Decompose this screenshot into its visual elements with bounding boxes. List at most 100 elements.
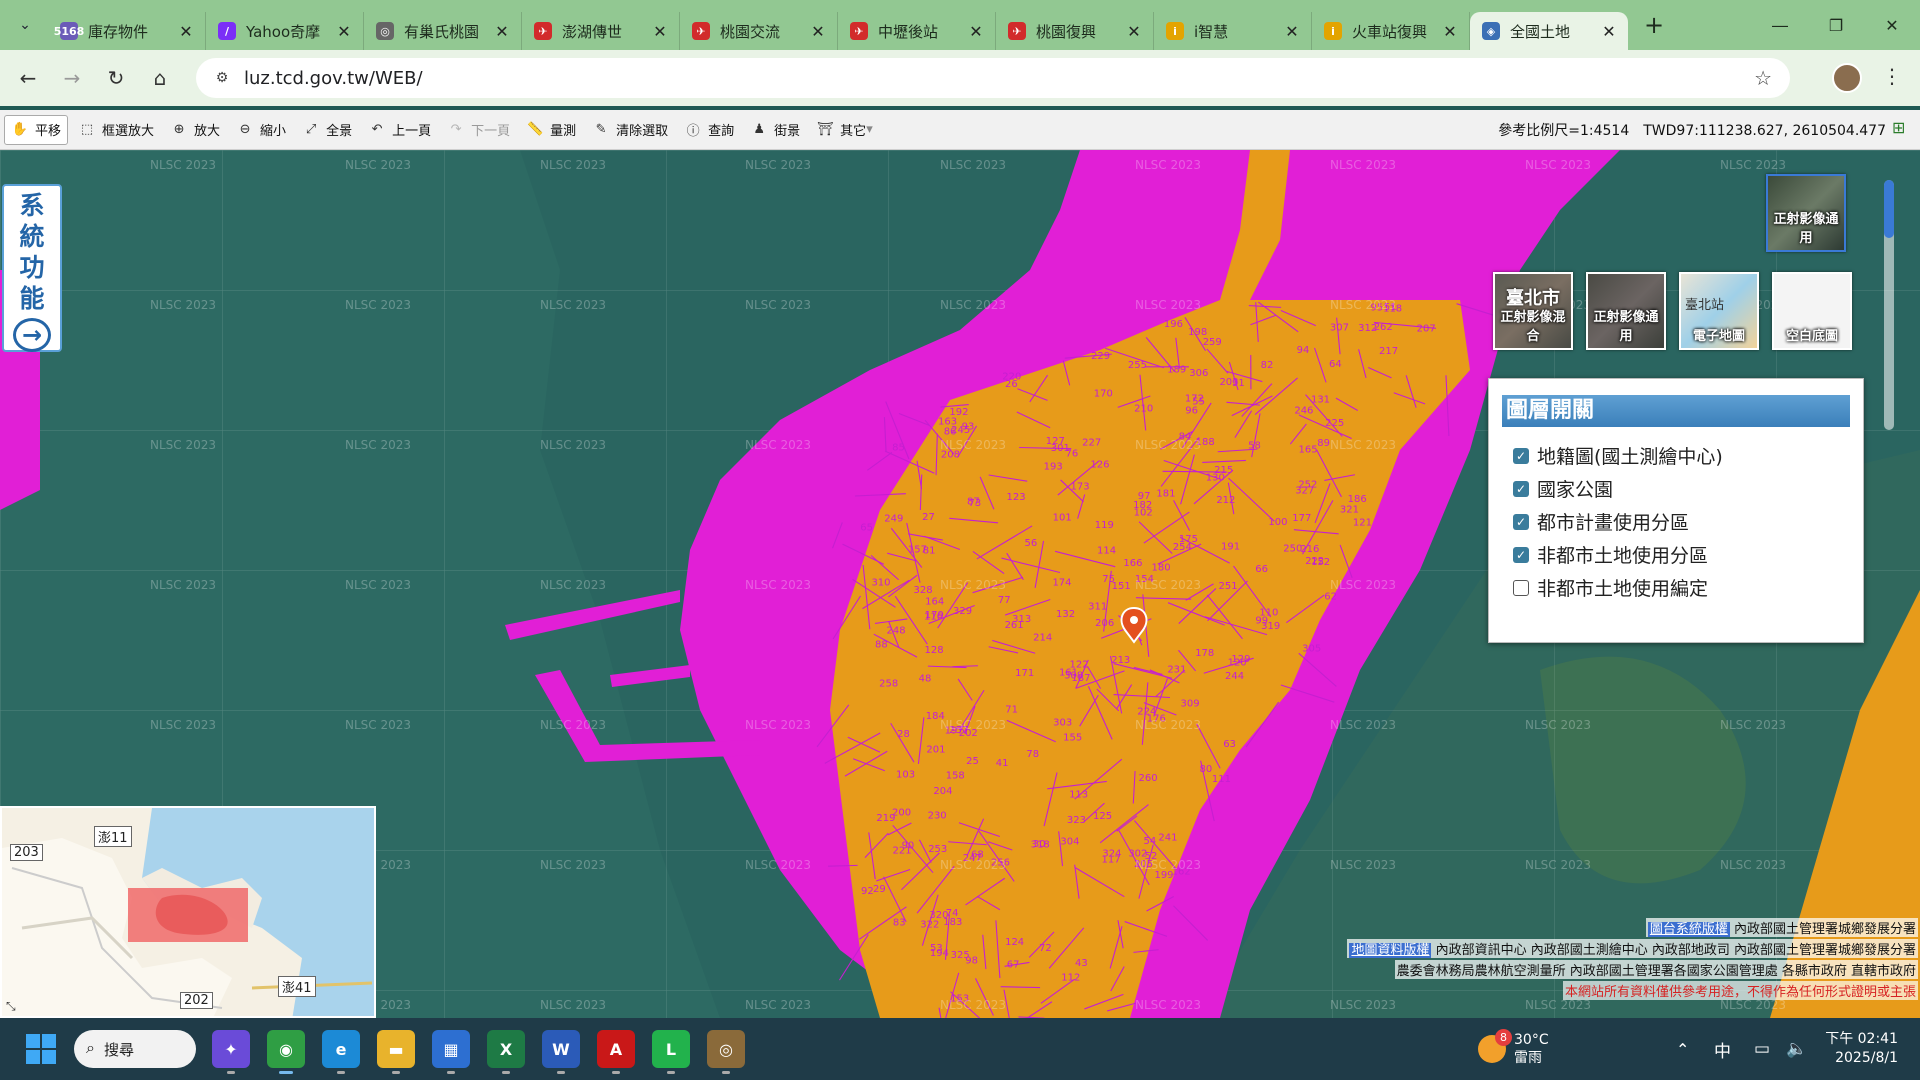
tool-button[interactable]: ✋ 平移 <box>4 114 69 145</box>
tab-close-icon[interactable]: ✕ <box>493 22 511 41</box>
parcel-number: 63 <box>1223 739 1236 750</box>
browser-tab[interactable]: i i智慧 ✕ <box>1154 12 1312 50</box>
copilot-taskbar-icon[interactable]: ✦ <box>212 1030 250 1074</box>
basemap-ortho-general[interactable]: 正射影像通用 <box>1586 272 1666 350</box>
windows-start-icon[interactable] <box>26 1034 56 1064</box>
microsoft-store-taskbar-icon[interactable]: ▦ <box>432 1030 470 1074</box>
tool-button[interactable]: 📏 量測 <box>520 115 582 145</box>
layer-toggle-row[interactable]: ✓ 都市計畫使用分區 <box>1489 505 1863 538</box>
tab-close-icon[interactable]: ✕ <box>651 22 669 41</box>
overview-map[interactable]: 澎11 203 澎41 202 ⤡ <box>0 806 376 1018</box>
tool-button[interactable]: ⬚ 框選放大 <box>72 115 160 145</box>
omnibox[interactable]: ⚙ luz.tcd.gov.tw/WEB/ ☆ <box>196 58 1790 98</box>
tab-close-icon[interactable]: ✕ <box>335 22 353 41</box>
browser-tab[interactable]: i 火車站復興 ✕ <box>1312 12 1470 50</box>
browser-tab[interactable]: 5168 庫存物件 ✕ <box>48 12 206 50</box>
browser-tab[interactable]: / Yahoo奇摩 ✕ <box>206 12 364 50</box>
basemap-blank[interactable]: 空白底圖 <box>1772 272 1852 350</box>
home-icon[interactable]: ⌂ <box>138 56 182 100</box>
tool-button[interactable]: ⤢ 全景 <box>296 115 358 145</box>
parcel-number: 307 <box>1330 323 1349 334</box>
minimize-icon[interactable]: ― <box>1752 0 1808 50</box>
data-copyright-link[interactable]: 地圖資料版權 <box>1349 943 1432 958</box>
restore-icon[interactable]: ❐ <box>1808 0 1864 50</box>
layer-checkbox[interactable]: ✓ <box>1513 447 1529 464</box>
basemap-ortho-mixed[interactable]: 臺北市 正射影像混合 <box>1493 272 1573 350</box>
tab-close-icon[interactable]: ✕ <box>1125 22 1143 41</box>
file-explorer-taskbar-icon[interactable]: ▬ <box>377 1030 415 1074</box>
tool-button[interactable]: ⊖ 縮小 <box>230 115 292 145</box>
tray-chevron-icon[interactable]: ⌃ <box>1676 1018 1689 1080</box>
parcel-number: 173 <box>1071 482 1090 493</box>
camera-app-taskbar-icon[interactable]: ◎ <box>707 1030 745 1074</box>
chrome-taskbar-icon[interactable]: ◉ <box>267 1030 305 1074</box>
parcel-number: 180 <box>1151 563 1170 574</box>
parcel-number: 170 <box>1094 389 1113 400</box>
tab-close-icon[interactable]: ✕ <box>967 22 985 41</box>
menu-kebab-icon[interactable]: ⋮ <box>1882 64 1902 88</box>
ime-indicator[interactable]: 中 <box>1714 1018 1731 1080</box>
site-info-icon[interactable]: ⚙ <box>204 70 240 86</box>
system-function-button[interactable]: 系統功能 → <box>2 184 62 352</box>
layer-checkbox[interactable]: ✓ <box>1513 480 1529 497</box>
tab-favicon-icon: / <box>218 22 236 40</box>
browser-tab[interactable]: ✈ 桃園交流 ✕ <box>680 12 838 50</box>
network-icon[interactable]: ▭ <box>1754 1018 1770 1080</box>
line-taskbar-icon[interactable]: L <box>652 1030 690 1074</box>
back-icon[interactable]: ← <box>6 56 50 100</box>
tool-button[interactable]: ✎ 清除選取 <box>586 115 674 145</box>
map-canvas[interactable]: 25 26 27 28 29 30 55 71 72 73 74 75 76 77 78 80 81 82 83 84… <box>0 150 1920 1018</box>
basemap-emap[interactable]: 臺北站 電子地圖 <box>1679 272 1759 350</box>
close-window-icon[interactable]: ✕ <box>1864 0 1920 50</box>
tab-close-icon[interactable]: ✕ <box>177 22 195 41</box>
profile-avatar[interactable] <box>1832 63 1862 93</box>
url-text[interactable]: luz.tcd.gov.tw/WEB/ <box>244 68 423 89</box>
tab-close-icon[interactable]: ✕ <box>809 22 827 41</box>
basemap-scrollbar[interactable] <box>1884 180 1894 430</box>
new-tab-button[interactable]: + <box>1636 11 1672 39</box>
layer-toggle-row[interactable]: ✓ 非都市土地使用分區 <box>1489 538 1863 571</box>
export-icon[interactable]: ⊞ <box>1892 118 1912 138</box>
browser-tab[interactable]: ✈ 澎湖傳世 ✕ <box>522 12 680 50</box>
browser-tab[interactable]: ✈ 桃園復興 ✕ <box>996 12 1154 50</box>
tool-button[interactable]: ⊕ 放大 <box>164 115 226 145</box>
tool-button[interactable]: ↷ 下一頁 <box>441 115 516 145</box>
browser-tab[interactable]: ◈ 全國土地 ✕ <box>1470 12 1628 50</box>
tab-close-icon[interactable]: ✕ <box>1600 22 1618 41</box>
layer-toggle-row[interactable]: 非都市土地使用編定 <box>1489 571 1863 604</box>
browser-tab[interactable]: ✈ 中壢後站 ✕ <box>838 12 996 50</box>
browser-tab[interactable]: ◎ 有巢氏桃園 ✕ <box>364 12 522 50</box>
parcel-number: 121 <box>1353 518 1372 529</box>
tool-button[interactable]: ⛩ 其它 ▾ <box>810 115 879 145</box>
layer-toggle-row[interactable]: ✓ 地籍圖(國土測繪中心) <box>1489 439 1863 472</box>
forward-icon[interactable]: → <box>50 56 94 100</box>
word-taskbar-icon[interactable]: W <box>542 1030 580 1074</box>
tab-close-icon[interactable]: ✕ <box>1441 22 1459 41</box>
system-clock[interactable]: 下午 02:41 2025/8/1 <box>1825 1030 1898 1068</box>
layer-checkbox[interactable]: ✓ <box>1513 546 1529 563</box>
tool-button[interactable]: ⓘ 查詢 <box>678 115 740 145</box>
parcel-number: 215 <box>1214 465 1233 476</box>
arrow-right-icon[interactable]: → <box>13 318 51 352</box>
box-zoom-icon: ⬚ <box>80 122 94 137</box>
taskbar-search[interactable]: ⌕ 搜尋 <box>74 1030 196 1068</box>
tool-button[interactable]: ↶ 上一頁 <box>362 115 437 145</box>
scrollbar-thumb[interactable] <box>1884 180 1894 238</box>
tab-search-chevron-icon[interactable]: ⌄ <box>10 10 40 40</box>
volume-icon[interactable]: 🔈 <box>1786 1018 1807 1080</box>
parcel-number: 249 <box>884 514 903 525</box>
tab-close-icon[interactable]: ✕ <box>1283 22 1301 41</box>
layer-checkbox[interactable] <box>1513 579 1529 596</box>
layer-checkbox[interactable]: ✓ <box>1513 513 1529 530</box>
overview-resize-icon[interactable]: ⤡ <box>6 999 16 1014</box>
weather-widget[interactable]: 8 30°C 雷雨 <box>1478 1018 1549 1080</box>
basemap-ortho-general-top[interactable]: 正射影像通用 <box>1766 174 1846 252</box>
acrobat-taskbar-icon[interactable]: A <box>597 1030 635 1074</box>
system-copyright-link[interactable]: 圖台系統版權 <box>1647 922 1730 937</box>
edge-taskbar-icon[interactable]: e <box>322 1030 360 1074</box>
tool-button[interactable]: ♟ 街景 <box>744 115 806 145</box>
reload-icon[interactable]: ↻ <box>94 56 138 100</box>
excel-taskbar-icon[interactable]: X <box>487 1030 525 1074</box>
bookmark-star-icon[interactable]: ☆ <box>1754 66 1772 90</box>
layer-toggle-row[interactable]: ✓ 國家公園 <box>1489 472 1863 505</box>
